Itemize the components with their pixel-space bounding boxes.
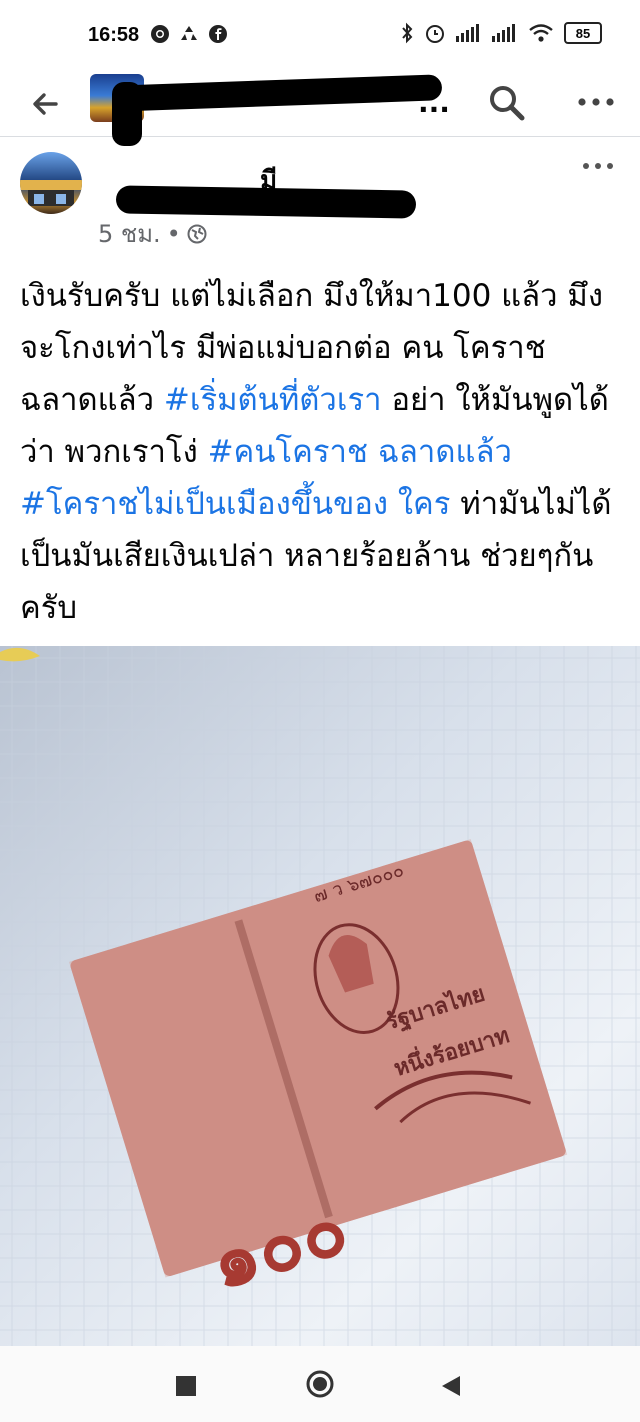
more-horizontal-icon: [578, 98, 614, 106]
arrow-left-icon: [33, 93, 58, 115]
author-name[interactable]: มี: [110, 160, 417, 219]
status-bar: 16:58 85: [0, 0, 640, 70]
avatar-image: [20, 180, 82, 206]
signal-icon: [492, 24, 515, 42]
recents-button[interactable]: [176, 1376, 196, 1396]
facebook-icon: [209, 25, 227, 43]
search-icon: [490, 86, 525, 121]
triangle-back-icon: [442, 1376, 460, 1396]
system-nav-bar: [0, 1346, 640, 1422]
search-button[interactable]: [486, 82, 528, 124]
post-more-button[interactable]: [576, 150, 620, 182]
post-time[interactable]: 5 ชม.: [98, 214, 161, 253]
avatar[interactable]: [20, 152, 82, 214]
hashtag-link[interactable]: #โคราชไม่เป็นเมืองขึ้นของ ใคร: [20, 486, 450, 522]
alarm-icon: [426, 25, 444, 43]
chrome-icon: [151, 25, 169, 43]
bluetooth-icon: [402, 22, 413, 44]
home-button[interactable]: [306, 1370, 334, 1398]
signal-icon: [456, 24, 479, 42]
redaction-bar: [111, 74, 443, 112]
post-header: มี 5 ชม. •: [0, 136, 640, 256]
status-left-icons: [150, 24, 228, 44]
battery-level: 85: [575, 25, 591, 41]
hashtag-link[interactable]: #เริ่มต้นที่ตัวเรา: [164, 382, 382, 418]
status-time: 16:58: [88, 24, 140, 46]
back-button[interactable]: [26, 84, 66, 124]
post-photo[interactable]: ๗ ว ๖๗๐๐๐ รัฐบาลไทย หนึ่งร้อยบาท ๑๐๐: [0, 646, 640, 1346]
more-options-button[interactable]: [574, 82, 618, 122]
nav-back-button[interactable]: [440, 1374, 462, 1398]
post-meta: 5 ชม. •: [98, 214, 207, 253]
recycle-icon: [181, 26, 197, 40]
more-horizontal-icon: [583, 163, 613, 169]
hashtag-link[interactable]: #คนโคราช ฉลาดแล้ว: [208, 434, 512, 470]
post-body-text: เงินรับครับ แต่ไม่เลือก มึงให้มา100 แล้ว…: [20, 270, 620, 634]
app-bar: ...: [0, 70, 640, 146]
wifi-icon: [529, 24, 553, 42]
circle-icon: [306, 1370, 334, 1398]
battery-icon: 85: [564, 22, 602, 44]
globe-icon: [187, 224, 207, 243]
status-right-icons: 85: [400, 22, 602, 44]
meta-separator: •: [166, 219, 181, 248]
